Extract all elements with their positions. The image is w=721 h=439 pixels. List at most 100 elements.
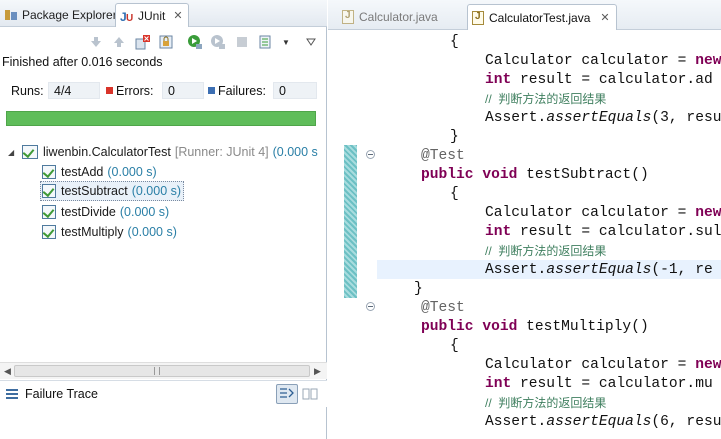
editor-tab-bar: Calculator.java CalculatorTest.java ✕ bbox=[328, 0, 721, 30]
test-passed-icon bbox=[42, 225, 56, 239]
tab-junit-label: JUnit bbox=[138, 8, 166, 23]
test-name: testMultiply bbox=[61, 225, 124, 239]
failure-trace-label: Failure Trace bbox=[25, 387, 98, 401]
fold-collapse-icon[interactable] bbox=[366, 150, 375, 159]
suite-time: (0.000 s bbox=[272, 145, 318, 159]
view-tab-bar: Package Explorer JU JUnit ✕ bbox=[0, 0, 327, 27]
code-line: public void testSubtract() bbox=[421, 167, 649, 183]
change-ruler bbox=[344, 145, 357, 298]
errors-label: Errors: bbox=[116, 84, 154, 98]
tab-calculator-java[interactable]: Calculator.java bbox=[342, 4, 438, 30]
previous-failure-icon[interactable] bbox=[111, 34, 127, 50]
test-time: (0.000 s) bbox=[131, 184, 182, 198]
code-line: int result = calculator.sul bbox=[485, 224, 721, 240]
failures-counter: Failures: bbox=[208, 84, 266, 98]
test-progress-bar bbox=[6, 111, 316, 126]
code-line: int result = calculator.ad bbox=[485, 72, 713, 88]
compare-results-icon[interactable] bbox=[302, 386, 318, 402]
errors-value: 0 bbox=[162, 82, 204, 99]
history-dropdown-icon[interactable]: ▼ bbox=[278, 34, 294, 50]
code-line: Assert.assertEquals(-1, re bbox=[485, 262, 713, 278]
test-name: testAdd bbox=[61, 165, 104, 179]
scroll-right-icon[interactable]: ▶ bbox=[314, 366, 321, 377]
test-time: (0.000 s) bbox=[107, 165, 157, 179]
code-line: { bbox=[450, 186, 459, 202]
code-annotation: @Test bbox=[421, 148, 465, 164]
java-file-icon bbox=[472, 10, 484, 25]
java-editor: Calculator.java CalculatorTest.java ✕ { … bbox=[328, 0, 721, 439]
rerun-failures-first-icon[interactable] bbox=[210, 34, 226, 50]
collapse-arrow-icon[interactable]: ◢ bbox=[8, 148, 18, 157]
tree-test-testmultiply[interactable]: testMultiply (0.000 s) bbox=[42, 222, 177, 242]
next-failure-icon[interactable] bbox=[88, 34, 104, 50]
runs-label: Runs: bbox=[11, 84, 44, 98]
view-menu-icon[interactable] bbox=[303, 34, 319, 50]
tab-calculatortest-java[interactable]: CalculatorTest.java ✕ bbox=[467, 4, 617, 30]
junit-icon: JU bbox=[120, 9, 134, 24]
java-file-icon bbox=[342, 10, 354, 24]
test-passed-icon bbox=[42, 184, 56, 198]
tab-package-explorer[interactable]: Package Explorer bbox=[2, 3, 117, 27]
tree-test-testdivide[interactable]: testDivide (0.000 s) bbox=[42, 202, 169, 222]
stop-icon[interactable] bbox=[234, 34, 250, 50]
tab-label: CalculatorTest.java bbox=[489, 10, 591, 25]
svg-text:U: U bbox=[126, 13, 133, 23]
code-annotation: @Test bbox=[421, 300, 465, 316]
code-line: Calculator calculator = new bbox=[485, 357, 721, 373]
code-line: { bbox=[450, 34, 459, 50]
suite-runner: [Runner: JUnit 4] bbox=[174, 145, 269, 159]
code-line: public void testMultiply() bbox=[421, 319, 649, 335]
code-line: Assert.assertEquals(6, resu bbox=[485, 414, 721, 430]
code-line: { bbox=[450, 338, 459, 354]
runs-value: 4/4 bbox=[48, 82, 100, 99]
failure-trace-icon bbox=[6, 389, 18, 399]
junit-panel: Package Explorer JU JUnit ✕ ▼ Finished a… bbox=[0, 0, 327, 439]
show-failures-only-icon[interactable] bbox=[135, 34, 151, 50]
filter-stack-trace-button[interactable] bbox=[276, 384, 298, 404]
tab-label: Calculator.java bbox=[359, 10, 438, 24]
tab-package-explorer-label: Package Explorer bbox=[22, 8, 117, 22]
code-line: Assert.assertEquals(3, resu bbox=[485, 110, 721, 126]
rerun-test-icon[interactable] bbox=[187, 34, 203, 50]
test-time: (0.000 s) bbox=[119, 205, 170, 219]
test-passed-icon bbox=[42, 165, 56, 179]
code-line: int result = calculator.mu bbox=[485, 376, 713, 392]
test-run-history-icon[interactable] bbox=[258, 34, 274, 50]
scrollbar-thumb[interactable] bbox=[14, 365, 310, 377]
scroll-left-icon[interactable]: ◀ bbox=[4, 366, 11, 377]
test-suite-icon bbox=[22, 145, 38, 159]
run-status-text: Finished after 0.016 seconds bbox=[2, 55, 163, 69]
failures-label: Failures: bbox=[218, 84, 266, 98]
scroll-lock-icon[interactable] bbox=[158, 34, 174, 50]
package-explorer-icon bbox=[4, 8, 18, 22]
test-name: testDivide bbox=[61, 205, 116, 219]
eclipse-window: Package Explorer JU JUnit ✕ ▼ Finished a… bbox=[0, 0, 721, 439]
junit-toolbar: ▼ bbox=[0, 30, 327, 54]
tree-test-testsubtract[interactable]: testSubtract (0.000 s) bbox=[40, 181, 185, 201]
errors-counter: Errors: bbox=[106, 84, 154, 98]
tree-root-suite[interactable]: ◢ liwenbin.CalculatorTest [Runner: JUnit… bbox=[8, 142, 318, 162]
test-name: testSubtract bbox=[61, 184, 128, 198]
test-time: (0.000 s) bbox=[127, 225, 177, 239]
code-line: } bbox=[450, 129, 459, 145]
tab-junit[interactable]: JU JUnit ✕ bbox=[115, 3, 189, 27]
failures-value: 0 bbox=[273, 82, 317, 99]
code-area[interactable]: { Calculator calculator = new int result… bbox=[377, 30, 721, 439]
error-icon bbox=[106, 87, 113, 94]
code-line: Calculator calculator = new bbox=[485, 53, 721, 69]
failure-trace-header: Failure Trace bbox=[0, 380, 327, 407]
code-comment: // 判断方法的返回结果 bbox=[485, 92, 607, 106]
close-icon[interactable]: ✕ bbox=[173, 9, 182, 22]
code-comment: // 判断方法的返回结果 bbox=[485, 244, 607, 258]
tree-horizontal-scrollbar[interactable]: ◀ ▶ bbox=[0, 362, 327, 379]
test-counters: Runs: 4/4 Errors: 0 Failures: 0 bbox=[0, 80, 327, 102]
scrollbar-grip bbox=[154, 367, 160, 375]
code-line: } bbox=[414, 281, 423, 297]
test-passed-icon bbox=[42, 205, 56, 219]
code-comment: // 判断方法的返回结果 bbox=[485, 396, 607, 410]
close-icon[interactable]: ✕ bbox=[600, 11, 609, 24]
failure-icon bbox=[208, 87, 215, 94]
tree-test-testadd[interactable]: testAdd (0.000 s) bbox=[42, 162, 157, 182]
fold-collapse-icon[interactable] bbox=[366, 302, 375, 311]
code-line: Calculator calculator = new bbox=[485, 205, 721, 221]
